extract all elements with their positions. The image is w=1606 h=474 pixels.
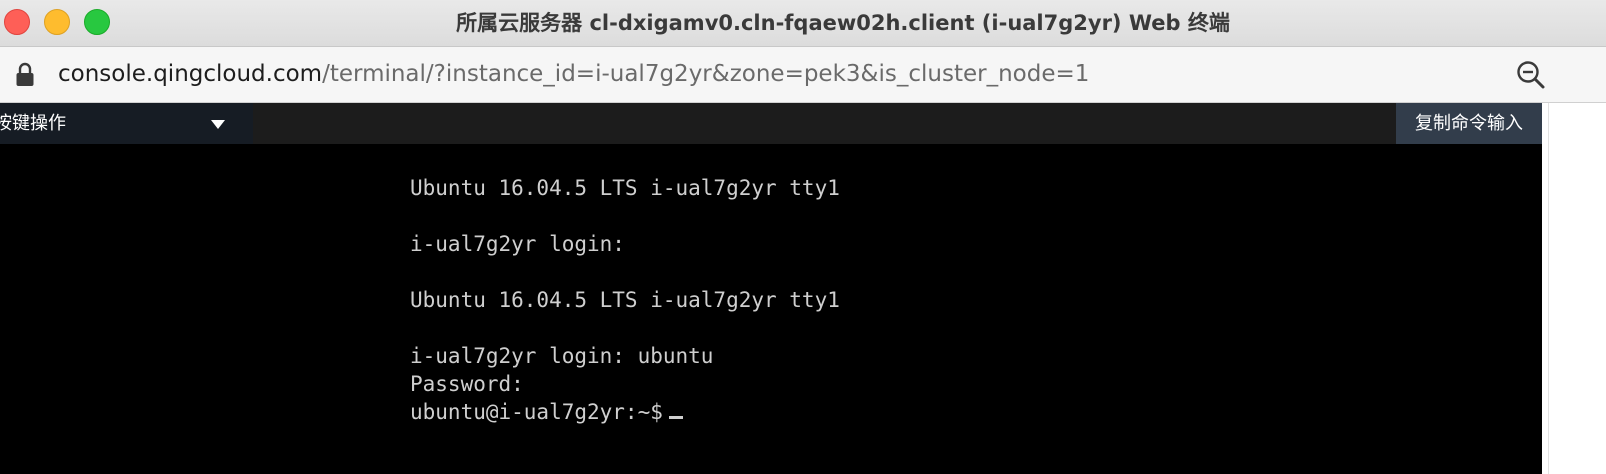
terminal-screen[interactable]: Ubuntu 16.04.5 LTS i-ual7g2yr tty1 i-ual… xyxy=(410,168,1510,424)
key-operation-label: 按键操作 xyxy=(0,113,66,134)
browser-window: 所属云服务器 cl-dxigamv0.cln-fqaew02h.client (… xyxy=(0,0,1606,474)
terminal-cursor xyxy=(668,416,683,419)
maximize-window-button[interactable] xyxy=(84,9,110,35)
close-window-button[interactable] xyxy=(4,9,30,35)
title-bar: 所属云服务器 cl-dxigamv0.cln-fqaew02h.client (… xyxy=(0,0,1606,47)
minimize-window-button[interactable] xyxy=(44,9,70,35)
url-text[interactable]: console.qingcloud.com/terminal/?instance… xyxy=(58,47,1089,102)
url-host: console.qingcloud.com xyxy=(58,61,323,87)
terminal-line: Ubuntu 16.04.5 LTS i-ual7g2yr tty1 xyxy=(410,288,840,312)
copy-command-input-button[interactable]: 复制命令输入 xyxy=(1396,103,1542,144)
terminal-line: i-ual7g2yr login: xyxy=(410,232,625,256)
terminal-line: i-ual7g2yr login: ubuntu xyxy=(410,344,714,368)
address-bar[interactable]: console.qingcloud.com/terminal/?instance… xyxy=(0,47,1606,103)
lock-icon xyxy=(16,62,34,86)
terminal-prompt-line: ubuntu@i-ual7g2yr:~$ xyxy=(410,398,683,426)
window-title: 所属云服务器 cl-dxigamv0.cln-fqaew02h.client (… xyxy=(456,11,1230,35)
web-terminal[interactable]: 按键操作 复制命令输入 Ubuntu 16.04.5 LTS i-ual7g2y… xyxy=(0,103,1542,474)
scrollbar-gutter xyxy=(1542,103,1606,474)
key-operation-select[interactable]: 按键操作 xyxy=(0,103,253,144)
terminal-line: Password: xyxy=(410,372,524,396)
terminal-toolbar: 按键操作 复制命令输入 xyxy=(0,103,1542,144)
shell-prompt: ubuntu@i-ual7g2yr:~$ xyxy=(410,400,663,424)
terminal-line: Ubuntu 16.04.5 LTS i-ual7g2yr tty1 xyxy=(410,176,840,200)
triangle-down-icon xyxy=(211,120,225,129)
zoom-out-icon[interactable] xyxy=(1516,60,1546,90)
url-path: /terminal/?instance_id=i-ual7g2yr&zone=p… xyxy=(322,61,1090,87)
page-content: 按键操作 复制命令输入 Ubuntu 16.04.5 LTS i-ual7g2y… xyxy=(0,103,1606,474)
scrollbar-track[interactable] xyxy=(1548,103,1549,474)
